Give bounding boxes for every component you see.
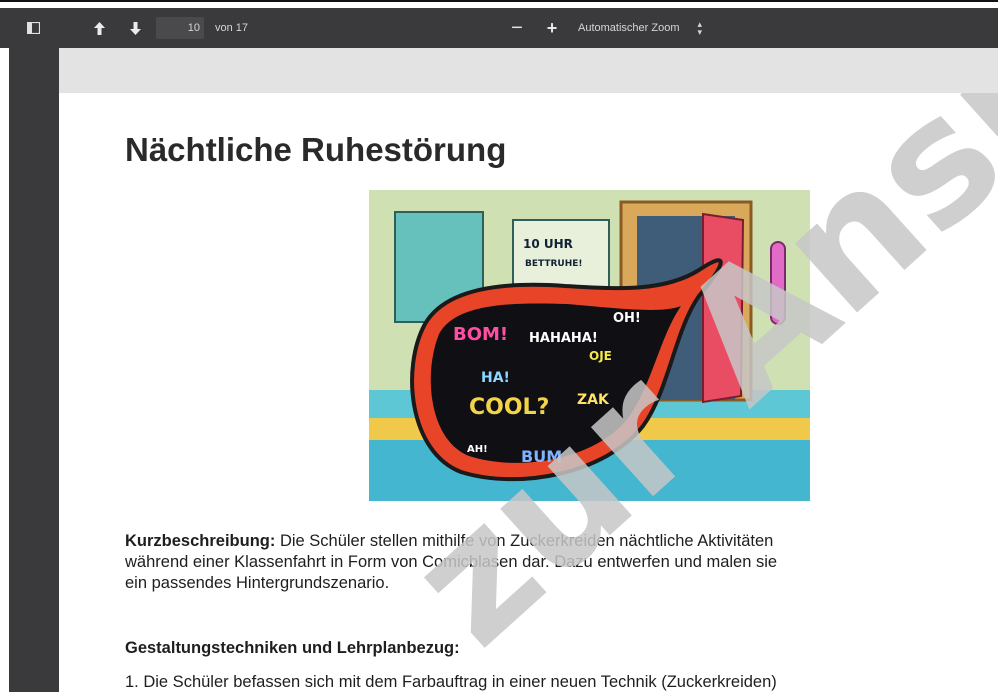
description-line-3: ein passendes Hintergrundszenario.: [125, 574, 390, 592]
zoom-select-arrows-icon: ▴ ▾: [697, 19, 703, 37]
page-total-label: von 17: [215, 22, 249, 34]
comic-illustration: 10 UHR BETTRUHE! BOM! HAHAHA! OH! OJE HA…: [369, 190, 810, 501]
svg-text:BOM!: BOM!: [453, 324, 508, 345]
page-number-box: 10: [156, 8, 204, 48]
sidebar-toggle-button[interactable]: [22, 8, 44, 48]
page-title: Nächtliche Ruhestörung: [125, 131, 507, 168]
svg-text:ZAK: ZAK: [577, 392, 610, 408]
arrow-up-icon: [93, 21, 105, 35]
svg-text:BUM: BUM: [521, 447, 562, 466]
zoom-select[interactable]: Automatischer Zoom ▴ ▾: [574, 8, 706, 48]
pdf-page: Nächtliche Ruhestörung 10 UHR BETTRUHE! …: [59, 93, 998, 692]
description-line-1: Kurzbeschreibung: Die Schüler stellen mi…: [125, 532, 774, 550]
svg-text:OH!: OH!: [613, 311, 641, 326]
svg-text:HAHAHA!: HAHAHA!: [529, 331, 598, 346]
description-label: Kurzbeschreibung:: [125, 532, 276, 550]
svg-text:HA!: HA!: [481, 370, 510, 386]
zoom-in-button[interactable]: +: [540, 8, 564, 48]
next-page-button[interactable]: [126, 8, 144, 48]
svg-text:BETTRUHE!: BETTRUHE!: [525, 259, 583, 269]
svg-text:COOL?: COOL?: [469, 395, 549, 420]
previous-page-button[interactable]: [90, 8, 108, 48]
window-top-edge: [0, 0, 998, 8]
description-line-2: während einer Klassenfahrt in Form von C…: [125, 553, 778, 571]
section-heading: Gestaltungstechniken und Lehrplanbezug:: [125, 639, 460, 657]
pdf-toolbar: 10 von 17 − + Automatischer Zoom ▴ ▾: [0, 8, 998, 48]
list-item: 1. Die Schüler befassen sich mit dem Far…: [125, 673, 777, 691]
svg-text:AH!: AH!: [467, 444, 488, 455]
sidebar-toggle-icon: [26, 22, 40, 34]
page-number-input[interactable]: 10: [156, 17, 204, 39]
arrow-down-icon: [129, 21, 141, 35]
svg-text:OJE: OJE: [589, 349, 612, 363]
svg-text:10 UHR: 10 UHR: [523, 237, 573, 251]
sidebar-gutter: [0, 48, 59, 692]
zoom-out-button[interactable]: −: [504, 8, 530, 48]
description-paragraph: Kurzbeschreibung: Die Schüler stellen mi…: [125, 531, 998, 594]
viewer-page-gap: [59, 48, 998, 93]
zoom-select-label: Automatischer Zoom: [578, 22, 680, 34]
